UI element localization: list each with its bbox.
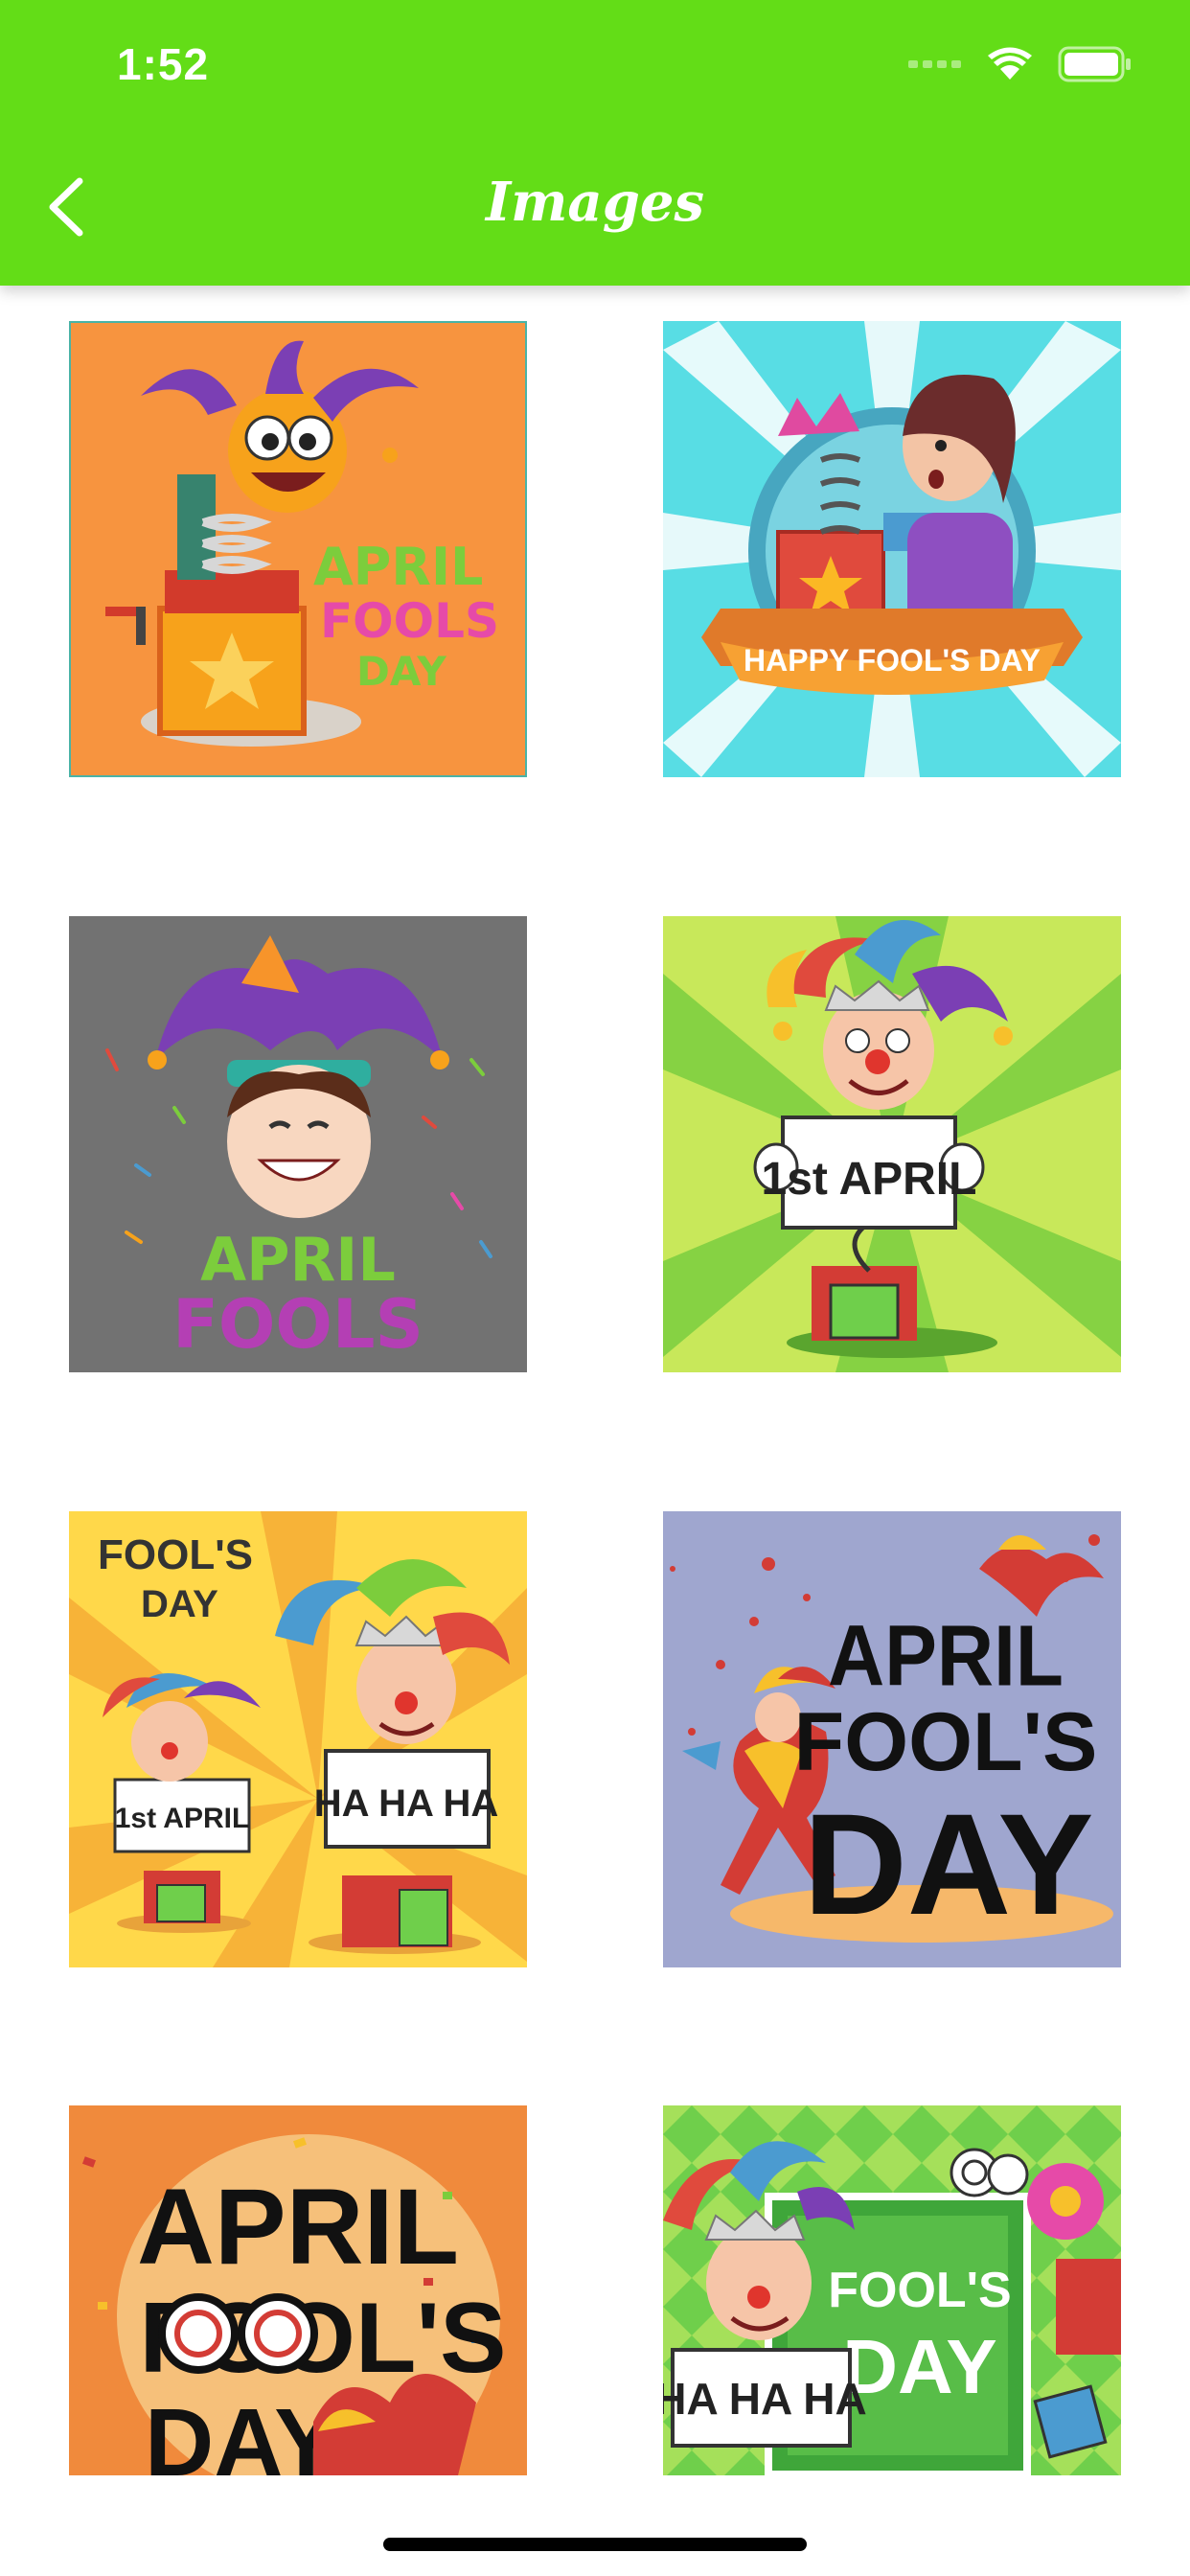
signal-icon	[908, 60, 961, 68]
jester-sign-illustration: 1st APRIL	[663, 916, 1121, 1372]
image-tile-7[interactable]: APRIL FOOL'S DAY	[69, 2105, 527, 2475]
tile-8-text-fools: FOOL'S	[828, 2263, 1011, 2318]
april-fools-glasses-illustration: APRIL FOOL'S DAY	[69, 2105, 527, 2475]
tile-1-text-april: APRIL	[313, 537, 483, 597]
jester-boy-illustration: APRIL FOOLS	[69, 916, 527, 1372]
tile-5-text-fools: FOOL'S	[98, 1531, 253, 1578]
tile-6-text-april: APRIL	[828, 1608, 1064, 1704]
navigation-header: 1:52 Images	[0, 0, 1190, 286]
tile-6-text-fools: FOOL'S	[794, 1696, 1098, 1788]
girl-jack-in-box-illustration: HAPPY FOOL'S DAY	[663, 321, 1121, 777]
tile-1-text-day: DAY	[356, 648, 446, 695]
tile-5-text-haha: HA HA HA	[314, 1782, 499, 1825]
image-tile-6[interactable]: APRIL FOOL'S DAY	[663, 1511, 1121, 1967]
image-tile-4[interactable]: 1st APRIL	[663, 916, 1121, 1372]
tile-8-text-haha: HA HA HA	[663, 2374, 867, 2424]
image-tile-5[interactable]: FOOL'S DAY 1st APRIL HA HA HA	[69, 1511, 527, 1967]
tile-7-text-april: APRIL	[137, 2167, 459, 2287]
tile-2-text: HAPPY FOOL'S DAY	[744, 643, 1041, 678]
tile-3-text-fools: FOOLS	[172, 1285, 423, 1364]
image-grid: APRIL FOOLS DAY HAPPY FOOL'S DAY APRIL F…	[0, 0, 1190, 2576]
tile-4-text: 1st APRIL	[762, 1154, 977, 1205]
battery-icon	[1058, 46, 1131, 82]
tile-6-text-day: DAY	[804, 1783, 1094, 1944]
dancing-jester-illustration: APRIL FOOL'S DAY	[663, 1511, 1121, 1967]
tile-5-text-day: DAY	[141, 1583, 218, 1625]
image-tile-2[interactable]: HAPPY FOOL'S DAY	[663, 321, 1121, 777]
jack-in-the-box-illustration: APRIL FOOLS DAY	[69, 321, 527, 777]
image-tile-8[interactable]: FOOL'S DAY HA HA HA	[663, 2105, 1121, 2475]
image-tile-1[interactable]: APRIL FOOLS DAY	[69, 321, 527, 777]
tile-5-text-1st-april: 1st APRIL	[115, 1803, 250, 1834]
fools-day-jesters-illustration: FOOL'S DAY 1st APRIL HA HA HA	[69, 1511, 527, 1967]
image-tile-3[interactable]: APRIL FOOLS	[69, 916, 527, 1372]
home-indicator[interactable]	[383, 2538, 807, 2551]
page-title: Images	[485, 171, 705, 234]
tile-1-text-fools: FOOLS	[320, 593, 499, 649]
status-icons	[908, 40, 1133, 88]
tile-7-text-day: DAY	[145, 2389, 338, 2475]
jester-frame-illustration: FOOL'S DAY HA HA HA	[663, 2105, 1121, 2475]
status-time: 1:52	[117, 39, 210, 89]
wifi-icon	[988, 47, 1032, 80]
